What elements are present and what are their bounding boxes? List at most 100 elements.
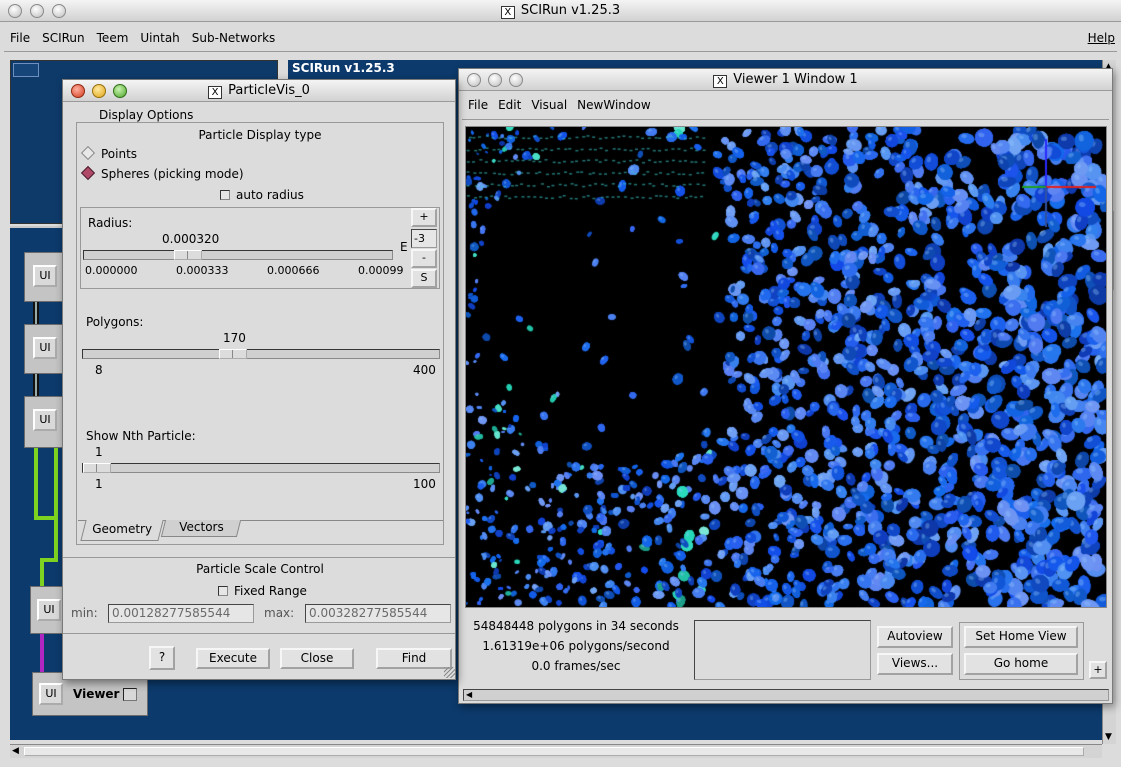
dialog-close-button[interactable] [71,84,85,98]
radio-on-icon [80,165,96,181]
nth-particle-value: 1 [95,445,103,459]
scroll-left-arrow-icon[interactable]: ◀ [466,690,472,699]
checkbox-icon [220,190,230,200]
radius-increment-button[interactable]: + [411,208,437,227]
points-radio-label: Points [101,147,138,161]
polygons-slider[interactable] [82,349,440,359]
nth-max-label: 100 [413,477,436,491]
viewer-title-bar: X Viewer 1 Window 1 [459,69,1112,91]
radio-off-icon [80,145,96,161]
help-menu[interactable]: Help [1088,27,1115,49]
auto-radius-checkbox[interactable]: auto radius [220,188,304,202]
nth-particle-slider[interactable] [82,463,440,473]
dialog-zoom-button[interactable] [113,84,127,98]
points-radio[interactable]: Points [80,145,138,161]
fixed-range-label: Fixed Range [234,584,307,598]
views-button[interactable]: Views... [877,653,953,675]
tab-geometry-label: Geometry [92,522,153,536]
polygons-per-second-stat: 1.61319e+06 polygons/second [482,639,670,653]
viewer-module-label: Viewer [73,687,120,701]
autoview-button[interactable]: Autoview [877,626,953,648]
viewer-minimize-button[interactable] [488,73,502,87]
scale-control-divider [63,557,455,558]
radius-tick-label: 0.000666 [267,264,320,277]
nth-particle-slider-thumb[interactable] [83,463,111,473]
viewer-menu-item[interactable]: File [468,98,488,112]
expand-controls-button[interactable]: + [1089,661,1107,679]
polygons-value: 170 [223,331,246,345]
polygons-slider-thumb[interactable] [219,349,247,359]
find-button[interactable]: Find [376,648,452,669]
viewer-window: X Viewer 1 Window 1 File Edit Visual NewWind… [458,68,1113,704]
viewer-horizontal-scrollbar[interactable]: ◀ [463,689,1109,701]
polygons-max-label: 400 [413,363,436,377]
radius-set-button[interactable]: S [411,269,437,288]
radius-value: 0.000320 [162,232,220,246]
viewer-module-indicator [123,688,137,701]
x11-icon: X [500,6,515,19]
min-range-field[interactable]: 0.00128277585544 [108,604,254,623]
nth-particle-label: Show Nth Particle: [86,429,196,443]
polygon-count-stat: 54848448 polygons in 34 seconds [473,619,679,633]
frames-per-second-stat: 0.0 frames/sec [531,659,621,673]
auto-radius-label: auto radius [236,188,304,202]
render-viewport[interactable] [465,126,1107,608]
module-ui-button[interactable]: UI [33,265,57,287]
max-range-field[interactable]: 0.00328277585544 [305,604,451,623]
viewer-menu-divider [462,119,1109,120]
button-bar-divider [63,633,455,634]
resize-grip-icon[interactable] [444,667,455,678]
tab-vectors-label: Vectors [178,520,224,534]
display-type-label: Particle Display type [198,128,322,142]
polygons-label: Polygons: [86,315,144,329]
tab-vectors[interactable]: Vectors [160,520,242,537]
spheres-radio[interactable]: Spheres (picking mode) [80,165,244,181]
radius-exponent-field[interactable]: -3 [411,229,437,248]
radius-slider-thumb[interactable] [174,250,202,260]
polygons-min-label: 8 [95,363,103,377]
viewer-menu-item[interactable]: Edit [498,98,521,112]
viewer-blank-panel [694,620,871,680]
module-ui-button[interactable]: UI [37,599,61,621]
particle-render-canvas[interactable] [466,127,1106,607]
radius-decrement-button[interactable]: - [411,249,437,268]
go-home-button[interactable]: Go home [964,653,1078,675]
radius-tick-label: 0.000000 [85,264,138,277]
viewer-menubar: File Edit Visual NewWindow [468,94,661,116]
scroll-down-arrow-icon[interactable]: ▼ [1105,732,1112,742]
viewer-ui-button[interactable]: UI [39,683,63,705]
tab-geometry[interactable]: Geometry [80,520,164,541]
display-options-title: Display Options [95,108,198,122]
nth-min-label: 1 [95,477,103,491]
help-button[interactable]: ? [149,646,175,670]
scale-control-title: Particle Scale Control [196,562,324,576]
min-label: min: [71,606,98,620]
viewer-title: Viewer 1 Window 1 [733,72,858,87]
particlevis-dialog: X ParticleVis_0 Display Options Particle … [62,79,456,680]
display-options-group [76,122,444,545]
dialog-minimize-button[interactable] [92,84,106,98]
module-ui-button[interactable]: UI [33,337,57,359]
module-ui-button[interactable]: UI [33,409,57,431]
radius-label: Radius: [88,216,133,230]
viewer-menu-item[interactable]: Visual [531,98,567,112]
viewer-menu-item[interactable]: NewWindow [577,98,651,112]
radius-exponent-label: E [400,240,408,254]
radius-tick-label: 0.000333 [176,264,229,277]
radius-slider[interactable] [83,250,393,260]
x11-icon: X [208,86,223,99]
radius-tick-label: 0.00099 [358,264,404,277]
max-label: max: [264,606,295,620]
fixed-range-checkbox[interactable]: Fixed Range [218,584,307,598]
viewer-close-button[interactable] [467,73,481,87]
particlevis-title-bar: X ParticleVis_0 [63,80,455,102]
particlevis-title: ParticleVis_0 [228,83,310,98]
x11-icon: X [713,75,728,88]
execute-button[interactable]: Execute [196,648,270,669]
viewer-zoom-button[interactable] [509,73,523,87]
viewer-stats-panel: 54848448 polygons in 34 seconds 1.61319e… [463,616,689,678]
canvas-version-label: SCIRun v1.25.3 [292,61,395,75]
close-button[interactable]: Close [280,648,354,669]
spheres-radio-label: Spheres (picking mode) [101,167,244,181]
set-home-view-button[interactable]: Set Home View [964,626,1078,648]
